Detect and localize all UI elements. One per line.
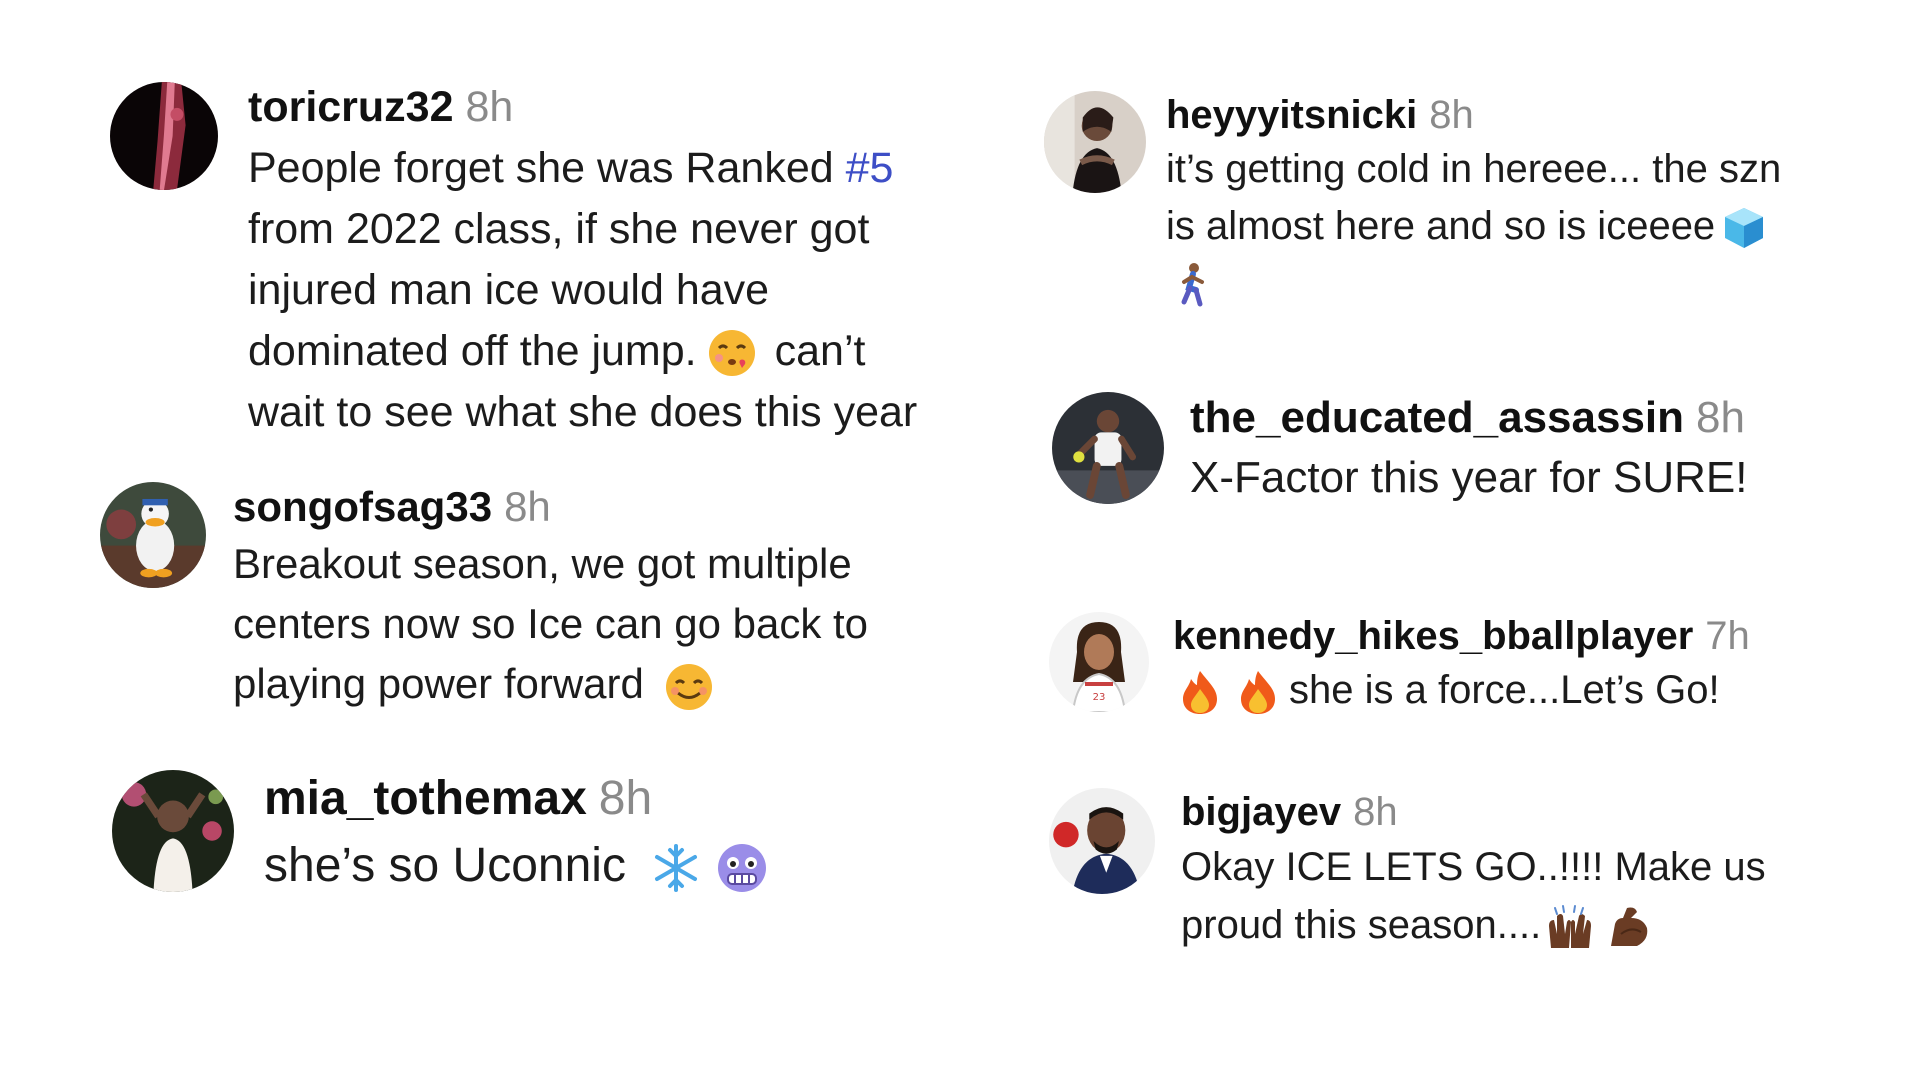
- comment-body: songofsag33 8h Breakout season, we got mu…: [233, 482, 868, 714]
- face-blowing-kiss-emoji: [707, 328, 757, 378]
- avatar[interactable]: [110, 82, 218, 190]
- comment-line: X-Factor this year for SURE!: [1190, 452, 1748, 502]
- comment-text: she is a force...Let’s Go!: [1173, 662, 1750, 718]
- comment-text: X-Factor this year for SURE!: [1190, 447, 1747, 509]
- person-running-emoji: [1176, 262, 1210, 308]
- timestamp: 8h: [504, 483, 551, 530]
- comment-line: Breakout season, we got multiple: [233, 540, 852, 588]
- comment-mia-tothemax: mia_tothemax 8h she’s so Uconnic: [112, 770, 768, 900]
- comment-text: it’s getting cold in hereee... the szn i…: [1166, 141, 1781, 312]
- cold-face-emoji: [716, 842, 768, 894]
- comment-the-educated-assassin: the_educated_assassin 8h X-Factor this ye…: [1052, 392, 1747, 509]
- comment-body: heyyyitsnicki 8h it’s getting cold in her…: [1166, 91, 1781, 312]
- comment-line: is almost here and so is iceeee: [1166, 204, 1716, 248]
- username[interactable]: mia_tothemax: [264, 772, 587, 825]
- comment-line: she is a force...Let’s Go!: [1289, 668, 1720, 712]
- comment-body: toricruz32 8h People forget she was Ranke…: [248, 82, 917, 443]
- timestamp: 8h: [1429, 93, 1474, 137]
- comment-line: from 2022 class, if she never got: [248, 204, 870, 253]
- comment-body: the_educated_assassin 8h X-Factor this ye…: [1190, 392, 1747, 509]
- avatar[interactable]: [112, 770, 234, 892]
- avatar[interactable]: [1044, 91, 1146, 193]
- smiling-face-emoji: [664, 662, 714, 712]
- comment-line: Okay ICE LETS GO..!!!! Make us: [1181, 845, 1766, 889]
- comment-body: kennedy_hikes_bballplayer 7h she is a for…: [1173, 612, 1750, 718]
- avatar[interactable]: 23: [1049, 612, 1149, 712]
- username[interactable]: toricruz32: [248, 83, 454, 131]
- comment-header: the_educated_assassin 8h: [1190, 392, 1747, 445]
- comment-line: wait to see what she does this year: [248, 387, 918, 436]
- comment-line: it’s getting cold in hereee... the szn: [1166, 147, 1782, 191]
- timestamp: 8h: [1353, 790, 1398, 834]
- comment-text: Okay ICE LETS GO..!!!! Make us proud thi…: [1181, 838, 1766, 954]
- comment-text: People forget she was Ranked #5 from 202…: [248, 138, 917, 443]
- username[interactable]: bigjayev: [1181, 790, 1341, 834]
- snowflake-emoji: [650, 842, 702, 894]
- comment-line: playing power forward: [233, 660, 644, 708]
- svg-text:23: 23: [1093, 692, 1106, 703]
- comment-toricruz32: toricruz32 8h People forget she was Ranke…: [110, 82, 917, 443]
- username[interactable]: kennedy_hikes_bballplayer: [1173, 614, 1693, 658]
- timestamp: 8h: [465, 83, 514, 131]
- ice-cube-emoji: [1721, 205, 1767, 251]
- raising-hands-emoji: [1545, 904, 1595, 950]
- timestamp: 8h: [598, 772, 653, 825]
- comment-text: she’s so Uconnic: [264, 832, 768, 900]
- comment-line: dominated off the jump.: [248, 326, 697, 375]
- comment-text: Breakout season, we got multiple centers…: [233, 534, 868, 714]
- avatar[interactable]: [1052, 392, 1164, 504]
- avatar[interactable]: [1049, 788, 1155, 894]
- comment-line: can’t: [774, 326, 866, 375]
- fire-emoji: [1237, 669, 1279, 715]
- comment-kennedy-hikes-bballplayer: 23 kennedy_hikes_bballplayer 7h she is a …: [1049, 612, 1750, 718]
- comment-line: she’s so Uconnic: [264, 838, 626, 892]
- comment-header: mia_tothemax 8h: [264, 770, 768, 828]
- comment-header: bigjayev 8h: [1181, 788, 1766, 836]
- comment-line: centers now so Ice can go back to: [233, 600, 869, 648]
- comment-header: kennedy_hikes_bballplayer 7h: [1173, 612, 1750, 660]
- comment-header: songofsag33 8h: [233, 482, 868, 532]
- hashtag-link[interactable]: #5: [846, 144, 894, 192]
- comment-line: injured man ice would have: [248, 265, 770, 314]
- timestamp: 8h: [1696, 393, 1745, 442]
- username[interactable]: the_educated_assassin: [1190, 393, 1684, 442]
- comment-header: heyyyitsnicki 8h: [1166, 91, 1781, 139]
- username[interactable]: songofsag33: [233, 483, 492, 530]
- comment-body: mia_tothemax 8h she’s so Uconnic: [264, 770, 768, 900]
- comment-songofsag33: songofsag33 8h Breakout season, we got mu…: [100, 482, 868, 714]
- comment-heyyyitsnicki: heyyyitsnicki 8h it’s getting cold in her…: [1044, 91, 1781, 312]
- comment-header: toricruz32 8h: [248, 82, 917, 134]
- comment-line: proud this season....: [1181, 903, 1542, 947]
- flexed-biceps-emoji: [1607, 904, 1651, 950]
- avatar[interactable]: [100, 482, 206, 588]
- comment-body: bigjayev 8h Okay ICE LETS GO..!!!! Make u…: [1181, 788, 1766, 954]
- timestamp: 7h: [1705, 614, 1750, 658]
- comment-bigjayev: bigjayev 8h Okay ICE LETS GO..!!!! Make u…: [1049, 788, 1766, 954]
- fire-emoji: [1179, 669, 1221, 715]
- username[interactable]: heyyyitsnicki: [1166, 93, 1417, 137]
- comment-line: People forget she was Ranked: [248, 143, 834, 192]
